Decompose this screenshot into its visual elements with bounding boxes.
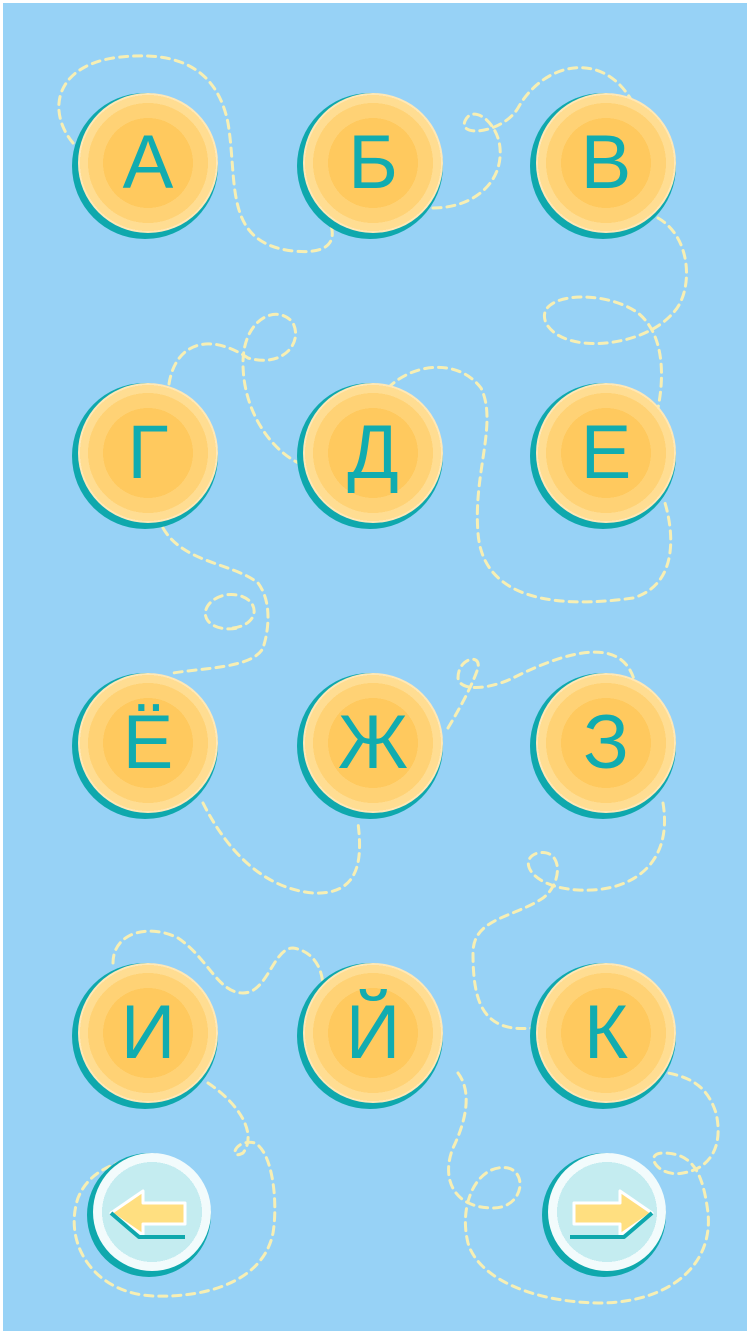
prev-page-button[interactable] (87, 1153, 211, 1277)
coin-disc: Й (303, 963, 443, 1103)
coin-disc: А (78, 93, 218, 233)
letter-button[interactable]: Ж (297, 673, 443, 819)
coin-disc: Ж (303, 673, 443, 813)
letter-label: Г (127, 410, 169, 495)
letter-button[interactable]: А (72, 93, 218, 239)
letter-label: Д (347, 410, 399, 495)
letter-label: В (580, 120, 632, 205)
coin-disc: И (78, 963, 218, 1103)
letter-button[interactable]: Й (297, 963, 443, 1109)
letter-label: К (583, 990, 629, 1075)
letter-label: Е (580, 410, 632, 495)
coin-disc: Г (78, 383, 218, 523)
letter-label: А (122, 120, 174, 205)
letter-button[interactable]: Ё (72, 673, 218, 819)
letter-label: Й (345, 990, 401, 1075)
letter-button[interactable]: Г (72, 383, 218, 529)
coin-disc: К (536, 963, 676, 1103)
coin-disc: Ё (78, 673, 218, 813)
next-page-button[interactable] (542, 1153, 666, 1277)
letter-label: Б (348, 120, 398, 205)
letter-button[interactable]: Д (297, 383, 443, 529)
arrow-right-icon (570, 1189, 654, 1239)
letter-button[interactable]: В (530, 93, 676, 239)
letter-label: И (120, 990, 176, 1075)
letter-button[interactable]: З (530, 673, 676, 819)
letter-button[interactable]: Е (530, 383, 676, 529)
arrow-left-icon (109, 1189, 187, 1239)
coin-disc: З (536, 673, 676, 813)
letter-label: Ж (337, 700, 409, 785)
coin-disc: Б (303, 93, 443, 233)
letter-label: З (583, 700, 629, 785)
letter-select-screen: А Б В Г Д Е Ё Ж З И Й К (3, 3, 747, 1331)
coin-disc: Д (303, 383, 443, 523)
coin-disc: Е (536, 383, 676, 523)
letter-label: Ё (122, 700, 174, 785)
letter-button[interactable]: Б (297, 93, 443, 239)
coin-disc: В (536, 93, 676, 233)
letter-button[interactable]: К (530, 963, 676, 1109)
letter-button[interactable]: И (72, 963, 218, 1109)
